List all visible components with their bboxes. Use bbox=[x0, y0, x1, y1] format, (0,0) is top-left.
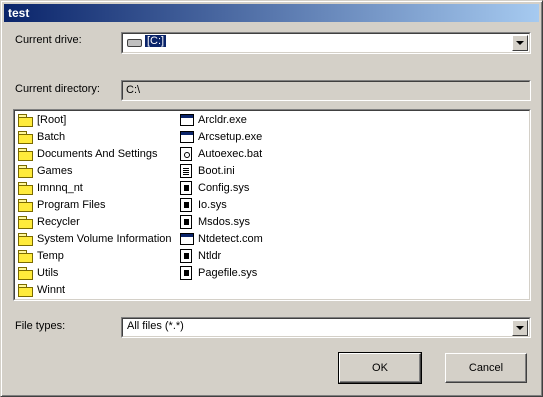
list-item-file[interactable]: Arcsetup.exe bbox=[180, 128, 262, 145]
folder-icon bbox=[18, 113, 33, 127]
drive-combobox[interactable]: [C:] bbox=[121, 32, 531, 54]
exe-icon bbox=[180, 232, 194, 245]
list-item-file[interactable]: Config.sys bbox=[180, 179, 249, 196]
system-file-icon bbox=[180, 248, 192, 263]
current-directory-label: Current directory: bbox=[15, 83, 100, 95]
system-file-icon bbox=[180, 214, 192, 229]
ok-button[interactable]: OK bbox=[338, 352, 422, 384]
list-item-folder[interactable]: System Volume Information bbox=[18, 230, 172, 247]
dialog-window: test Current drive: [C:] Current directo… bbox=[0, 0, 543, 397]
list-item-folder[interactable]: [Root] bbox=[18, 111, 66, 128]
list-item-file[interactable]: Msdos.sys bbox=[180, 213, 250, 230]
list-item-folder[interactable]: Games bbox=[18, 162, 72, 179]
cancel-button[interactable]: Cancel bbox=[445, 353, 527, 383]
folder-icon bbox=[18, 266, 33, 280]
batch-icon bbox=[180, 146, 192, 161]
system-file-icon bbox=[180, 197, 192, 212]
folder-icon bbox=[18, 181, 33, 195]
exe-icon bbox=[180, 130, 194, 143]
folder-icon bbox=[18, 283, 33, 297]
folder-icon bbox=[18, 215, 33, 229]
folder-icon bbox=[18, 130, 33, 144]
file-types-combobox[interactable]: All files (*.*) bbox=[121, 317, 531, 338]
file-list[interactable]: [Root] Batch Documents And Settings Game… bbox=[13, 109, 531, 301]
system-file-icon bbox=[180, 180, 192, 195]
list-item-file[interactable]: Pagefile.sys bbox=[180, 264, 257, 281]
list-item-file[interactable]: Boot.ini bbox=[180, 162, 235, 179]
title-bar[interactable]: test bbox=[4, 4, 539, 22]
list-item-folder[interactable]: Documents And Settings bbox=[18, 145, 157, 162]
file-types-dropdown-arrow-icon[interactable] bbox=[512, 320, 528, 336]
current-drive-label: Current drive: bbox=[15, 34, 82, 46]
exe-icon bbox=[180, 113, 194, 126]
hard-drive-icon bbox=[127, 39, 142, 47]
list-item-folder[interactable]: Temp bbox=[18, 247, 64, 264]
system-file-icon bbox=[180, 265, 192, 280]
text-file-icon bbox=[180, 163, 192, 178]
list-item-folder[interactable]: Imnnq_nt bbox=[18, 179, 83, 196]
list-item-file[interactable]: Io.sys bbox=[180, 196, 227, 213]
current-directory-value: C:\ bbox=[126, 84, 141, 96]
list-item-folder[interactable]: Program Files bbox=[18, 196, 105, 213]
list-item-folder[interactable]: Recycler bbox=[18, 213, 80, 230]
file-types-label: File types: bbox=[15, 320, 66, 332]
list-item-file[interactable]: Ntdetect.com bbox=[180, 230, 263, 247]
folder-icon bbox=[18, 147, 33, 161]
list-item-file[interactable]: Arcldr.exe bbox=[180, 111, 247, 128]
list-item-file[interactable]: Ntldr bbox=[180, 247, 221, 264]
folder-icon bbox=[18, 232, 33, 246]
drive-dropdown-arrow-icon[interactable] bbox=[512, 35, 528, 51]
folder-icon bbox=[18, 198, 33, 212]
list-item-file[interactable]: Autoexec.bat bbox=[180, 145, 262, 162]
list-item-folder[interactable]: Winnt bbox=[18, 281, 65, 298]
drive-value: [C:] bbox=[145, 35, 167, 47]
current-directory-field: C:\ bbox=[121, 80, 531, 101]
list-item-folder[interactable]: Utils bbox=[18, 264, 58, 281]
list-item-folder[interactable]: Batch bbox=[18, 128, 65, 145]
folder-icon bbox=[18, 164, 33, 178]
window-title: test bbox=[8, 6, 30, 20]
file-types-value: All files (*.*) bbox=[127, 320, 184, 332]
folder-icon bbox=[18, 249, 33, 263]
